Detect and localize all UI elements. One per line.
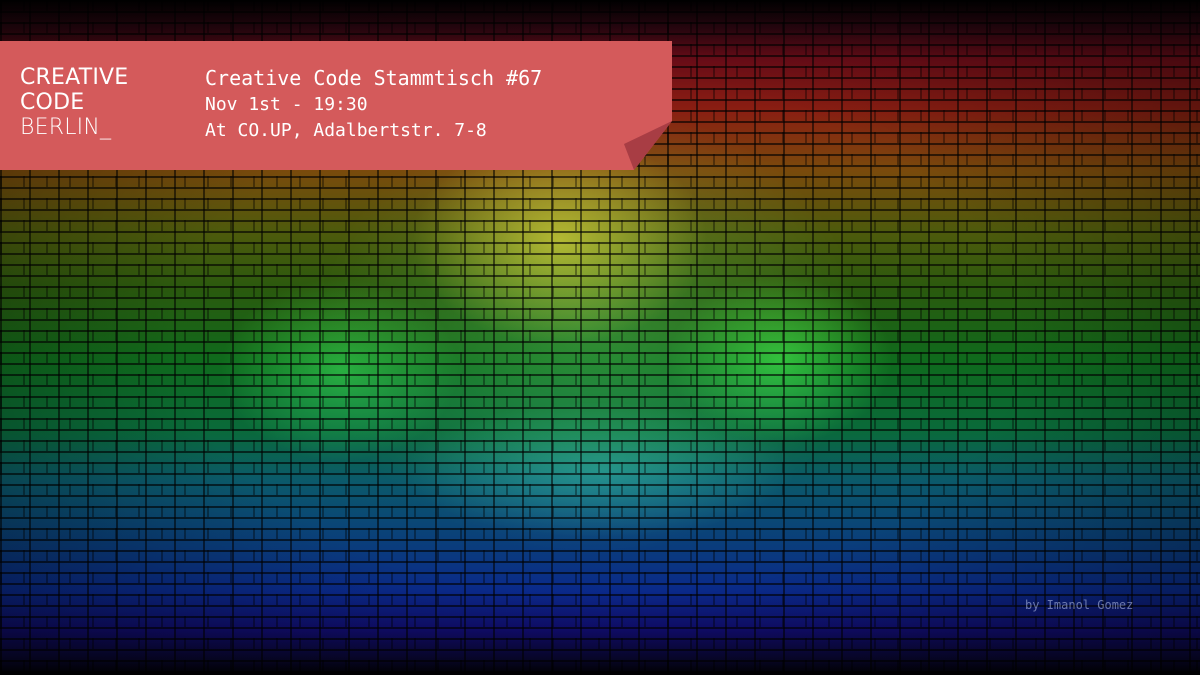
logo-line-creative: CREATIVE bbox=[20, 65, 129, 90]
logo-line-code: CODE bbox=[20, 90, 85, 115]
event-date: Nov 1st - 19:30 bbox=[205, 94, 368, 115]
event-title: Creative Code Stammtisch #67 bbox=[205, 66, 543, 90]
event-venue: At CO.UP, Adalbertstr. 7-8 bbox=[205, 120, 487, 141]
artist-credit: by Imanol Gomez bbox=[1025, 598, 1134, 612]
event-banner: CREATIVE CODE BERLIN_ Creative Code Stam… bbox=[0, 41, 672, 170]
logo-line-berlin: BERLIN_ bbox=[20, 115, 112, 140]
